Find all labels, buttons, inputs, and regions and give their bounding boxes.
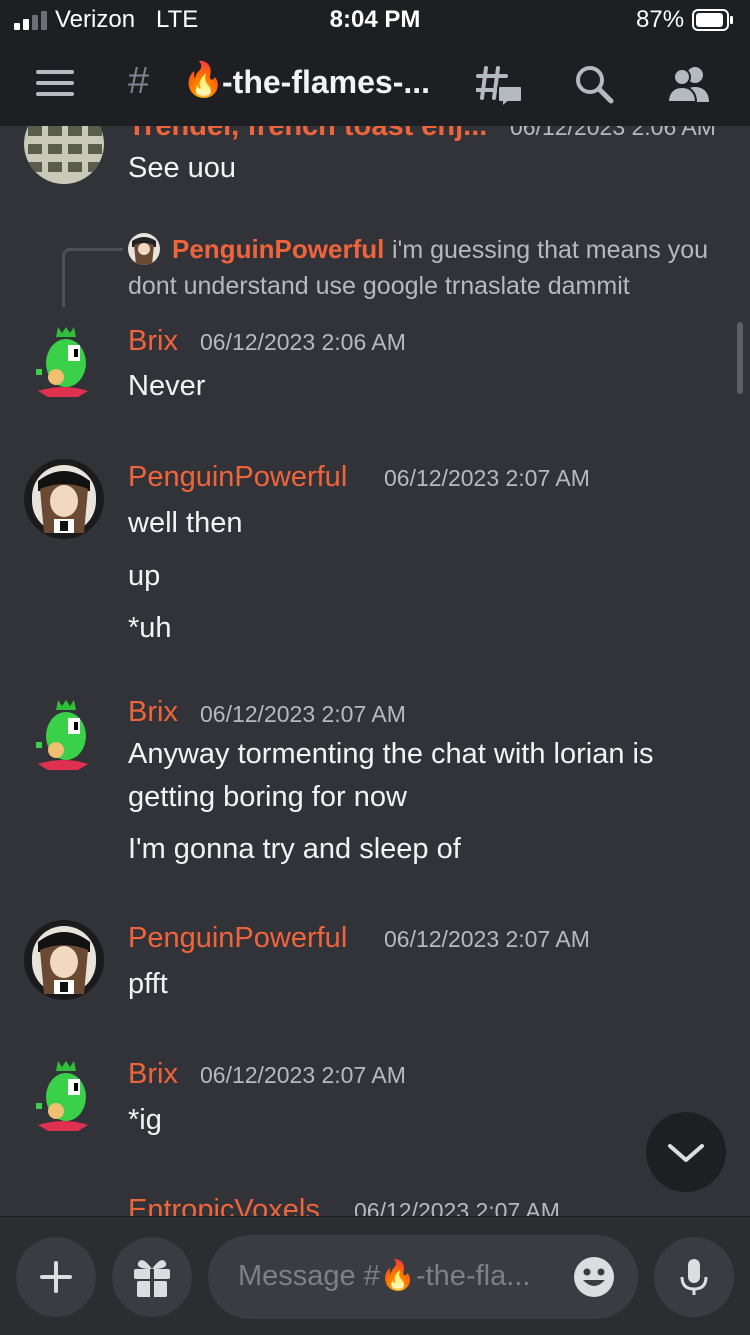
reply-avatar	[128, 233, 160, 265]
channel-hash-icon: #	[128, 60, 150, 102]
reply-username[interactable]: PenguinPowerful	[172, 234, 384, 265]
menu-icon[interactable]	[36, 68, 76, 98]
message-text: well then	[128, 507, 243, 539]
message-text: I'm gonna try and sleep of	[128, 833, 461, 865]
message-text: *ig	[128, 1104, 162, 1136]
message-list[interactable]: Trendel, french toast enj... 06/12/2023 …	[0, 126, 750, 1216]
gift-button[interactable]	[112, 1237, 192, 1317]
jump-to-bottom-button[interactable]	[646, 1112, 726, 1192]
battery-percent: 87%	[636, 6, 685, 33]
channel-header: # 🔥 -the-flames-...	[0, 40, 750, 126]
members-icon[interactable]	[666, 64, 712, 104]
chevron-down-icon	[668, 1144, 704, 1162]
timestamp: 06/12/2023 2:07 AM	[354, 1198, 560, 1216]
channel-name[interactable]: -the-flames-...	[222, 64, 430, 101]
fire-emoji: 🔥	[182, 61, 225, 99]
timestamp: 06/12/2023 2:06 AM	[510, 126, 716, 140]
timestamp: 06/12/2023 2:07 AM	[200, 1062, 406, 1088]
avatar[interactable]	[24, 126, 104, 184]
message-text: See uou	[128, 152, 237, 184]
avatar[interactable]	[24, 696, 104, 776]
fire-emoji: 🔥	[379, 1260, 416, 1292]
timestamp: 06/12/2023 2:07 AM	[384, 465, 590, 491]
message-composer: Message #🔥-the-fla...	[0, 1216, 750, 1335]
reply-text[interactable]: i'm guessing that means you	[392, 236, 708, 265]
threads-icon[interactable]	[476, 64, 524, 108]
avatar[interactable]	[24, 920, 104, 1000]
avatar[interactable]	[24, 323, 104, 403]
battery-icon	[692, 9, 733, 31]
avatar[interactable]	[24, 459, 104, 539]
emoji-icon[interactable]	[572, 1255, 616, 1299]
message-text: getting boring for now	[128, 781, 407, 813]
scrollbar-thumb[interactable]	[737, 322, 743, 394]
username[interactable]: Brix	[128, 325, 178, 358]
username[interactable]: Brix	[128, 696, 178, 729]
username[interactable]: PenguinPowerful	[128, 922, 347, 955]
message-input-placeholder: Message #🔥-the-fla...	[238, 1260, 531, 1292]
username[interactable]: PenguinPowerful	[128, 461, 347, 494]
gift-icon	[134, 1260, 170, 1299]
message-text: *uh	[128, 612, 172, 644]
message-text: pfft	[128, 968, 168, 1000]
search-icon[interactable]	[574, 64, 614, 104]
timestamp: 06/12/2023 2:07 AM	[200, 701, 406, 727]
microphone-icon	[680, 1259, 708, 1295]
timestamp: 06/12/2023 2:06 AM	[200, 329, 406, 355]
add-attachment-button[interactable]	[16, 1237, 96, 1317]
message-input[interactable]: Message #🔥-the-fla...	[208, 1235, 638, 1319]
plus-icon	[40, 1261, 72, 1293]
timestamp: 06/12/2023 2:07 AM	[384, 926, 590, 952]
avatar[interactable]	[24, 1057, 104, 1137]
status-bar: Verizon LTE 8:04 PM 87%	[0, 0, 750, 40]
message-text: up	[128, 560, 161, 592]
voice-message-button[interactable]	[654, 1237, 734, 1317]
message-text: Never	[128, 370, 206, 402]
message-text: Anyway tormenting the chat with lorian i…	[128, 738, 654, 770]
username[interactable]: Brix	[128, 1058, 178, 1091]
username[interactable]: EntropicVoxels	[128, 1194, 320, 1216]
username[interactable]: Trendel, french toast enj...	[128, 126, 487, 143]
reply-connector	[62, 248, 123, 307]
reply-text-continued[interactable]: dont understand use google trnaslate dam…	[128, 272, 630, 301]
